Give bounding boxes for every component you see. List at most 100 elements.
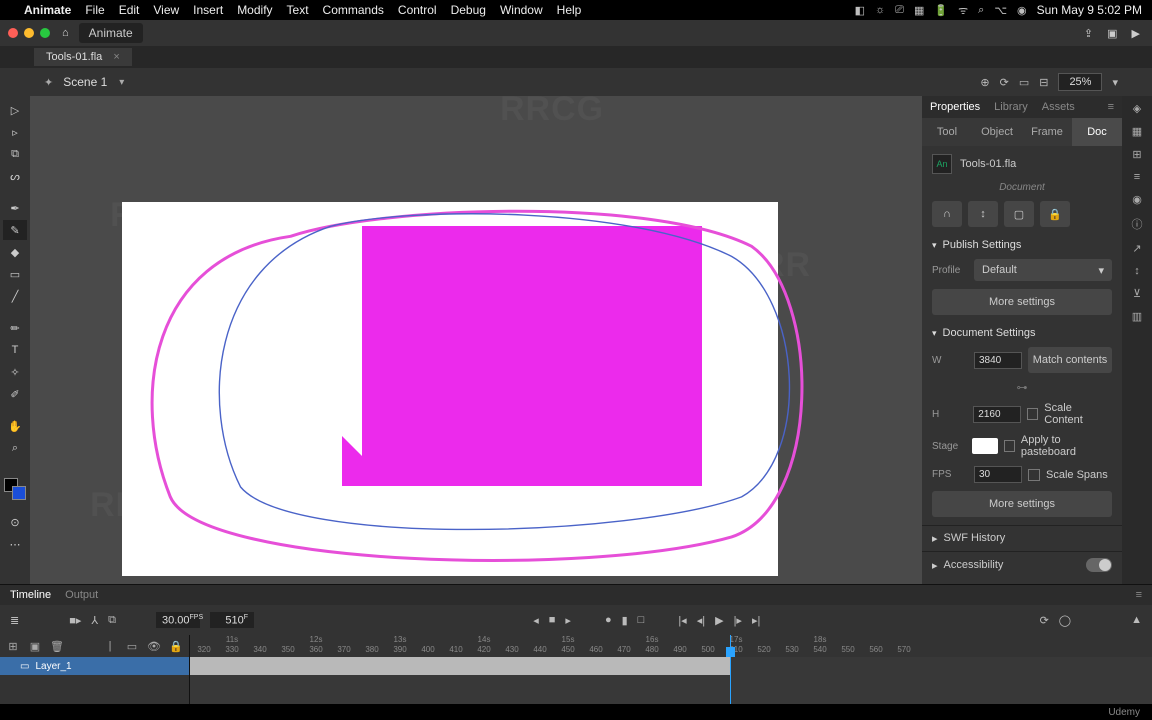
menu-edit[interactable]: Edit [119,3,140,17]
search-icon[interactable]: ⌕ [978,4,984,17]
snap-icon[interactable]: ∩ [932,201,962,227]
lock-icon[interactable]: 🔒 [1040,201,1070,227]
more-settings-button-2[interactable]: More settings [932,491,1112,517]
tray-icon[interactable]: ◧ [855,4,865,17]
frames-area[interactable]: 11s12s13s14s15s16s17s18s 320330340350360… [190,635,1152,705]
timeline-menu-icon[interactable]: ≡ [1136,589,1142,601]
new-folder-icon[interactable]: ▣ [28,640,42,653]
frame-span[interactable] [190,657,730,675]
panel-icon[interactable]: ≡ [1134,171,1140,183]
pen-tool-icon[interactable]: ✒ [3,198,27,218]
layers-icon[interactable]: ≣ [10,614,19,627]
tray-icon[interactable]: ☼ [875,4,885,16]
frame-display[interactable]: 510F [210,612,254,629]
workspace-label[interactable]: Animate [79,23,143,43]
camera-icon[interactable]: ■▸ [69,614,81,627]
new-layer-icon[interactable]: ⊞ [6,640,20,653]
prev-frame-icon[interactable]: ◂| [697,614,705,627]
subselection-tool-icon[interactable]: ▹ [3,122,27,142]
link-wh-icon[interactable]: ⊶ [932,381,1112,394]
window-zoom-button[interactable] [40,28,50,38]
visibility-icon[interactable]: 👁 [147,640,161,653]
width-input[interactable]: 3840 [974,352,1022,369]
line-tool-icon[interactable]: ╱ [3,286,27,306]
step-fwd-icon[interactable]: ▸ [565,614,571,627]
timeline-ruler[interactable]: 11s12s13s14s15s16s17s18s 320330340350360… [190,635,1152,657]
match-contents-button[interactable]: Match contents [1028,347,1112,373]
close-tab-icon[interactable]: × [113,51,119,63]
paint-tool-icon[interactable]: ◆ [3,242,27,262]
panel-icon[interactable]: ◉ [1132,193,1142,206]
menu-help[interactable]: Help [557,3,582,17]
side-tab-properties[interactable]: Properties [930,101,980,113]
playhead[interactable] [730,635,731,705]
menu-modify[interactable]: Modify [237,3,272,17]
fill-swatch[interactable] [12,486,26,500]
loop-icon[interactable]: ⟳ [1040,614,1049,627]
apply-pasteboard-checkbox[interactable] [1004,440,1015,452]
go-first-icon[interactable]: |◂ [678,614,686,627]
tray-icon[interactable]: ⎚ [895,4,904,17]
profile-select[interactable]: Default ▾ [974,259,1112,281]
prop-tab-object[interactable]: Object [972,118,1022,146]
pencil-tool-icon[interactable]: ✏ [3,318,27,338]
grid-icon[interactable]: ▢ [1004,201,1034,227]
section-document-settings[interactable]: ▾ Document Settings [932,327,1112,339]
step-back-icon[interactable]: ◂ [533,614,539,627]
panel-icon[interactable]: ▦ [1132,125,1142,138]
color-swatches[interactable] [4,478,26,500]
menu-file[interactable]: File [85,3,104,17]
hand-tool-icon[interactable]: ✋ [3,416,27,436]
clock[interactable]: Sun May 9 5:02 PM [1037,3,1142,17]
tab-output[interactable]: Output [65,589,98,601]
zoom-out-icon[interactable]: ⊟ [1039,76,1048,89]
next-frame-icon[interactable]: |▸ [734,614,742,627]
drawn-rectangle[interactable] [362,226,702,486]
panel-menu-icon[interactable]: ≡ [1108,101,1114,113]
onion-skin-icon[interactable]: ◯ [1059,614,1071,627]
scale-spans-checkbox[interactable] [1028,469,1040,481]
window-minimize-button[interactable] [24,28,34,38]
keyframe-nav-icon[interactable]: ■ [549,614,556,626]
zoom-level[interactable]: 25% [1058,73,1102,91]
battery-icon[interactable]: 🔋 [934,4,948,17]
panel-icon[interactable]: ↗ [1132,242,1141,255]
delete-layer-icon[interactable]: 🗑 [50,640,64,653]
selection-tool-icon[interactable]: ▷ [3,100,27,120]
app-menu[interactable]: Animate [24,3,71,17]
outline-icon[interactable]: ▭ [125,640,139,653]
fps-input[interactable]: 30 [974,466,1022,483]
menu-view[interactable]: View [153,3,179,17]
canvas[interactable]: RRCG RRCG RRCG RR RRCG RRCG RRCG RRCG RR… [30,96,922,584]
menu-window[interactable]: Window [500,3,543,17]
insert-kf-icon[interactable]: ● [605,614,612,626]
menu-insert[interactable]: Insert [193,3,223,17]
tray-icon[interactable]: ▦ [914,4,924,17]
text-tool-icon[interactable]: T [3,340,27,360]
panel-icon[interactable]: ▥ [1132,310,1142,323]
highlight-icon[interactable]: | [103,640,117,652]
window-close-button[interactable] [8,28,18,38]
height-input[interactable]: 2160 [973,406,1020,423]
document-tab[interactable]: Tools-01.fla × [34,48,132,66]
insert-frame-icon[interactable]: □ [638,614,645,626]
scene-icon[interactable]: ✦ [44,76,53,89]
scale-content-checkbox[interactable] [1027,408,1039,420]
prop-tab-tool[interactable]: Tool [922,118,972,146]
panel-icon[interactable]: ◈ [1133,102,1141,115]
prop-tab-frame[interactable]: Frame [1022,118,1072,146]
side-tab-library[interactable]: Library [994,101,1028,113]
menu-commands[interactable]: Commands [323,3,384,17]
scene-dropdown-icon[interactable]: ▾ [119,77,124,88]
zoom-tool-icon[interactable]: ⌕ [3,438,27,458]
eyedropper-tool-icon[interactable]: ✐ [3,384,27,404]
menu-control[interactable]: Control [398,3,437,17]
control-center-icon[interactable]: ⌥ [994,4,1007,17]
rectangle-tool-icon[interactable]: ▭ [3,264,27,284]
menu-text[interactable]: Text [287,3,309,17]
zoom-dropdown-icon[interactable]: ▾ [1112,76,1118,89]
fps-display[interactable]: 30.00FPS [156,612,200,629]
scene-name[interactable]: Scene 1 [63,75,107,89]
layer-row[interactable]: ▭ Layer_1 [0,657,189,675]
panel-icon[interactable]: ⓘ [1132,216,1143,232]
